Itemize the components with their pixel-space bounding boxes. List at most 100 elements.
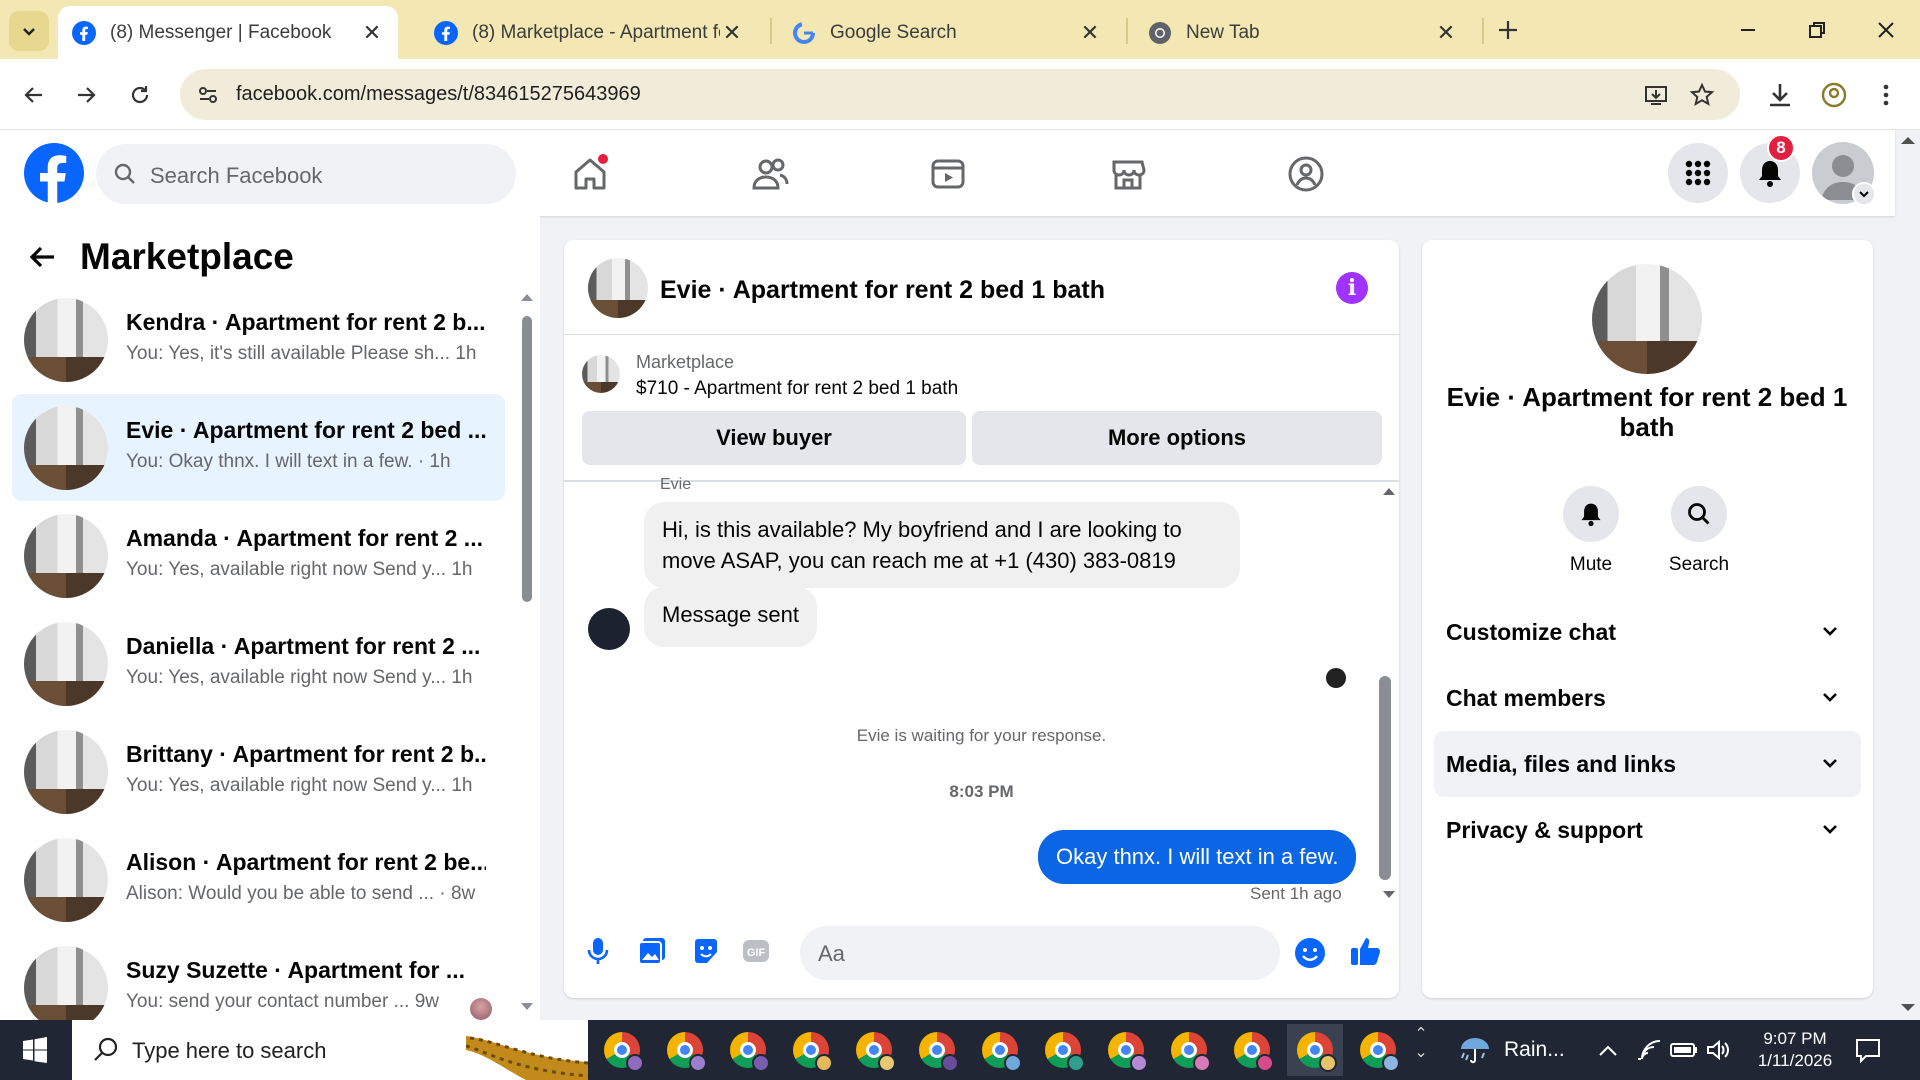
nav-home[interactable] (568, 152, 612, 196)
taskbar-chrome-profile-1[interactable] (594, 1024, 650, 1076)
nav-video[interactable] (926, 152, 970, 196)
listing-title[interactable]: $710 - Apartment for rent 2 bed 1 bath (636, 378, 958, 400)
taskbar-chrome-profile-5[interactable] (846, 1024, 902, 1076)
reload-button[interactable] (118, 73, 162, 117)
battery-status[interactable] (1670, 1034, 1698, 1066)
page-scroll-down-icon[interactable] (1900, 1003, 1916, 1013)
volume-control[interactable] (1706, 1034, 1732, 1066)
privacy-support-section[interactable]: Privacy & support (1434, 797, 1861, 863)
menu-button[interactable] (1668, 143, 1728, 203)
account-caret[interactable] (1852, 182, 1876, 206)
taskbar-chrome-profile-3[interactable] (720, 1024, 776, 1076)
close-tab-icon[interactable]: ✕ (720, 20, 744, 45)
conversation-item-alison[interactable]: Alison · Apartment for rent 2 be... Alis… (12, 826, 505, 933)
tab-messenger[interactable]: (8) Messenger | Facebook ✕ (58, 6, 398, 59)
media-files-links-section[interactable]: Media, files and links (1434, 731, 1861, 797)
search-in-conversation-action[interactable]: Search (1649, 486, 1749, 576)
more-options-button[interactable]: More options (972, 411, 1382, 465)
taskbar-chrome-profile-8[interactable] (1035, 1024, 1091, 1076)
scroll-down-icon[interactable] (1382, 890, 1396, 900)
start-button[interactable] (0, 1020, 70, 1080)
close-window-button[interactable] (1864, 8, 1908, 52)
scroll-up-icon[interactable] (520, 292, 534, 302)
scroll-down-icon[interactable] (520, 1002, 534, 1012)
mute-action[interactable]: Mute (1541, 486, 1641, 576)
facebook-search-input[interactable]: Search Facebook (96, 144, 516, 204)
wifi-icon (1638, 1040, 1661, 1060)
taskbar-overflow-scroll[interactable] (1414, 1026, 1428, 1058)
show-hidden-icons-button[interactable] (1598, 1034, 1618, 1066)
forward-button[interactable] (64, 73, 108, 117)
conversation-item-brittany[interactable]: Brittany · Apartment for rent 2 b... You… (12, 718, 505, 825)
chat-thumbnail[interactable] (588, 258, 648, 318)
taskbar-chrome-profile-9[interactable] (1098, 1024, 1154, 1076)
like-button[interactable] (1348, 933, 1384, 969)
tab-new-tab[interactable]: New Tab ✕ (1134, 6, 1472, 59)
close-tab-icon[interactable]: ✕ (1434, 20, 1458, 45)
gif-button[interactable]: GIF (738, 933, 774, 969)
info-icon[interactable]: i (1336, 272, 1368, 304)
taskbar-chrome-profile-7[interactable] (972, 1024, 1028, 1076)
back-button[interactable] (12, 73, 56, 117)
nav-groups[interactable] (1284, 152, 1328, 196)
emoji-icon[interactable] (1294, 937, 1326, 969)
home-icon (574, 154, 608, 190)
sticker-button[interactable] (688, 933, 724, 969)
action-center-button[interactable] (1854, 1034, 1882, 1066)
conversation-item-kendra[interactable]: Kendra · Apartment for rent 2 b... You: … (12, 286, 505, 393)
incoming-message-bubble: Message sent (644, 587, 817, 647)
chat-scrollbar-thumb[interactable] (1379, 676, 1391, 880)
tab-marketplace[interactable]: (8) Marketplace - Apartment for ✕ (420, 6, 758, 59)
taskbar-chrome-profile-11[interactable] (1224, 1024, 1280, 1076)
install-app-icon[interactable] (1642, 81, 1670, 109)
conversation-list-header: Marketplace (28, 236, 294, 278)
nav-friends[interactable] (748, 152, 792, 196)
taskbar-chrome-active[interactable] (1287, 1024, 1343, 1076)
taskbar-chrome-profile-10[interactable] (1161, 1024, 1217, 1076)
network-status[interactable] (1636, 1034, 1662, 1066)
download-icon (1770, 84, 1790, 107)
page-scroll-up-icon[interactable] (1900, 135, 1916, 145)
scrollbar-thumb[interactable] (522, 316, 532, 602)
chevron-up-icon (1599, 1045, 1617, 1056)
close-tab-icon[interactable]: ✕ (360, 20, 384, 45)
chrome-icon (982, 1032, 1022, 1072)
address-bar[interactable]: facebook.com/messages/t/834615275643969 (180, 69, 1740, 120)
downloads-button[interactable] (1758, 73, 1802, 117)
attach-photo-button[interactable] (634, 933, 670, 969)
restore-button[interactable] (1795, 8, 1839, 52)
chat-members-section[interactable]: Chat members (1434, 665, 1861, 731)
close-tab-icon[interactable]: ✕ (1078, 20, 1102, 45)
taskbar-chrome-profile-2[interactable] (657, 1024, 713, 1076)
conversation-item-daniella[interactable]: Daniella · Apartment for rent 2 ... You:… (12, 610, 505, 717)
sender-avatar[interactable] (588, 608, 630, 650)
new-tab-button[interactable] (1486, 8, 1530, 52)
chat-title[interactable]: Evie · Apartment for rent 2 bed 1 bath (660, 276, 1105, 305)
taskbar-chrome-profile-4[interactable] (783, 1024, 839, 1076)
back-arrow-icon[interactable] (28, 242, 58, 272)
conversation-item-amanda[interactable]: Amanda · Apartment for rent 2 ... You: Y… (12, 502, 505, 609)
minimize-button[interactable] (1726, 8, 1770, 52)
voice-clip-button[interactable] (580, 933, 616, 969)
weather-widget[interactable]: Rain... (1458, 1034, 1565, 1066)
system-clock[interactable]: 9:07 PM 1/11/2026 (1740, 1028, 1850, 1072)
conversation-item-evie[interactable]: Evie · Apartment for rent 2 bed ... You:… (12, 394, 505, 501)
nav-marketplace[interactable] (1106, 152, 1150, 196)
taskbar-chrome-profile-6[interactable] (909, 1024, 965, 1076)
taskbar-search-box[interactable]: Type here to search (72, 1020, 588, 1080)
tab-search-button[interactable] (9, 11, 49, 51)
message-input[interactable]: Aa (800, 926, 1325, 980)
facebook-logo-icon[interactable] (24, 143, 84, 203)
browser-menu-button[interactable] (1864, 73, 1908, 117)
site-settings-icon[interactable] (194, 81, 222, 109)
profile-button[interactable] (1812, 73, 1856, 117)
scroll-up-icon[interactable] (1382, 486, 1396, 496)
taskbar-chrome-profile-13[interactable] (1350, 1024, 1406, 1076)
windows-taskbar: Type here to search Rain... 9:07 PM 1/11… (0, 1020, 1920, 1080)
view-buyer-button[interactable]: View buyer (582, 411, 966, 465)
bookmark-star-icon[interactable] (1688, 81, 1716, 109)
conversation-item-suzy[interactable]: Suzy Suzette · Apartment for ... You: se… (12, 934, 505, 1020)
tab-google-search[interactable]: Google Search ✕ (778, 6, 1116, 59)
customize-chat-section[interactable]: Customize chat (1434, 599, 1861, 665)
browser-tab-bar: (8) Messenger | Facebook ✕ (8) Marketpla… (0, 0, 1920, 59)
